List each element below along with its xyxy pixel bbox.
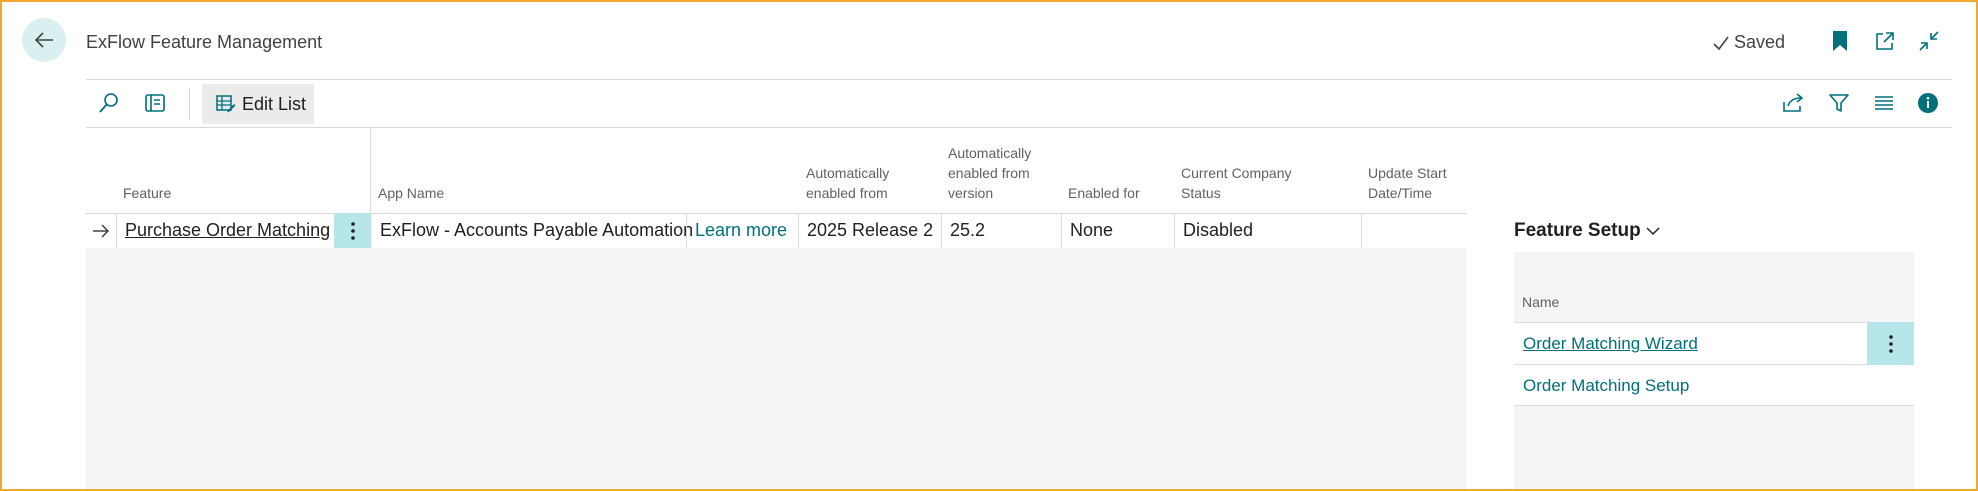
table-cell-company-status: Disabled — [1183, 220, 1254, 240]
chevron-down-icon — [1646, 227, 1660, 236]
back-button[interactable] — [22, 18, 66, 62]
ellipsis-icon — [1888, 334, 1893, 353]
cell-divider — [941, 213, 942, 248]
cell-divider — [686, 213, 687, 248]
factbox-header-row — [1514, 252, 1914, 322]
cell-divider — [798, 213, 799, 248]
table-cell-app-name: ExFlow - Accounts Payable Automation — [380, 220, 694, 240]
bookmark-button[interactable] — [1827, 28, 1853, 54]
collapse-button[interactable] — [1916, 28, 1942, 54]
column-header-auto-enabled-from[interactable]: Automatically enabled from — [806, 163, 914, 203]
factbox-title[interactable]: Feature Setup — [1514, 220, 1661, 242]
table-cell-enabled-for: None — [1070, 220, 1114, 240]
table-cell-feature[interactable]: Purchase Order Matching — [125, 213, 330, 248]
row-arrow-icon — [93, 223, 110, 238]
bookmark-icon — [1833, 31, 1847, 51]
collapse-icon — [1919, 31, 1939, 51]
order-matching-setup-link[interactable]: Order Matching Setup — [1523, 376, 1689, 396]
ellipsis-icon — [350, 221, 355, 240]
column-header-auto-enabled-version[interactable]: Automatically enabled from version — [948, 143, 1058, 203]
order-matching-wizard-link[interactable]: Order Matching Wizard — [1523, 334, 1698, 354]
saved-label: Saved — [1734, 32, 1786, 52]
factbox-column-header-name[interactable]: Name — [1522, 292, 1559, 312]
table-cell-auto-enabled-from: 2025 Release 2 — [807, 220, 934, 240]
share-icon — [1783, 93, 1804, 112]
popout-icon — [1876, 32, 1894, 50]
edit-list-button[interactable]: Edit List — [202, 84, 314, 124]
column-header-feature[interactable]: Feature — [123, 183, 171, 203]
search-button[interactable] — [94, 88, 124, 118]
share-button[interactable] — [1778, 88, 1808, 118]
factbox-item[interactable]: Order Matching Setup — [1523, 365, 1689, 406]
toolbar-separator — [189, 88, 190, 120]
filter-pane-button[interactable] — [140, 88, 170, 118]
grid-empty-area — [86, 248, 1466, 491]
saved-status: Saved — [1712, 32, 1785, 53]
list-view-icon — [1875, 96, 1893, 110]
checkmark-icon — [1713, 36, 1729, 50]
list-view-button[interactable] — [1869, 88, 1899, 118]
cell-divider — [1061, 213, 1062, 248]
edit-list-icon — [216, 95, 236, 113]
info-icon — [1918, 93, 1938, 113]
column-header-company-status[interactable]: Current Company Status — [1181, 163, 1331, 203]
factbox-item[interactable]: Order Matching Wizard — [1523, 322, 1698, 365]
column-header-update-start[interactable]: Update Start Date/Time — [1368, 163, 1468, 203]
search-icon — [99, 93, 118, 113]
cell-divider — [1361, 213, 1362, 248]
info-button[interactable] — [1913, 88, 1943, 118]
open-new-window-button[interactable] — [1872, 28, 1898, 54]
filter-button[interactable] — [1824, 88, 1854, 118]
column-header-enabled-for[interactable]: Enabled for — [1068, 183, 1140, 203]
header-divider — [86, 79, 1952, 80]
factbox-row-actions-button[interactable] — [1867, 322, 1914, 365]
page-title: ExFlow Feature Management — [86, 32, 323, 52]
row-indicator[interactable] — [86, 213, 116, 248]
cell-divider — [1174, 213, 1175, 248]
filter-pane-icon — [145, 94, 165, 112]
column-header-app-name[interactable]: App Name — [378, 183, 444, 203]
back-arrow-icon — [34, 32, 53, 48]
cell-divider — [116, 213, 117, 248]
toolbar-divider — [86, 127, 1952, 128]
feature-link[interactable]: Purchase Order Matching — [125, 220, 330, 241]
row-actions-button[interactable] — [334, 213, 371, 248]
learn-more-link[interactable]: Learn more — [695, 213, 787, 248]
edit-list-label: Edit List — [242, 93, 307, 114]
table-cell-auto-enabled-version: 25.2 — [950, 220, 986, 240]
factbox-title-label: Feature Setup — [1514, 220, 1641, 241]
filter-icon — [1829, 94, 1849, 112]
